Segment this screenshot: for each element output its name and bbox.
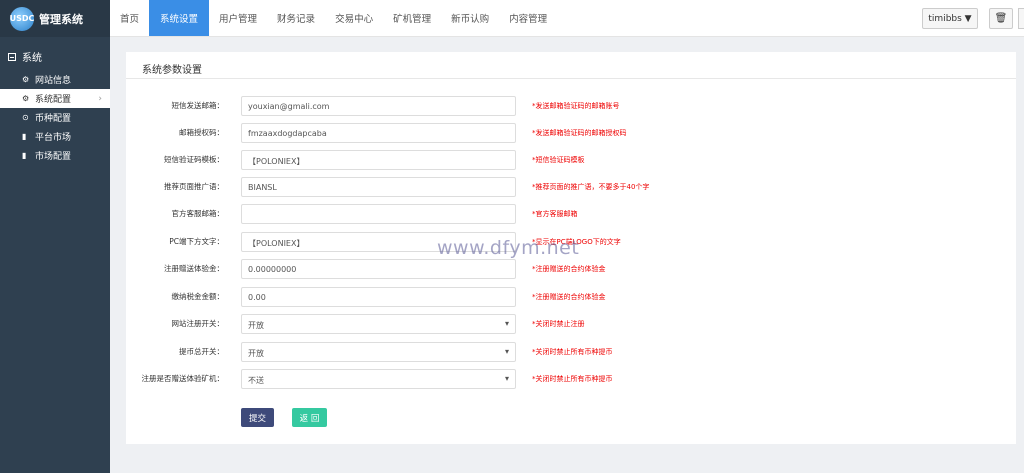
field-hint: *官方客服邮箱: [532, 210, 578, 218]
registration-switch-select[interactable]: 开放: [241, 314, 516, 334]
field-label: 缴纳税金金额：: [171, 292, 225, 301]
field-hint: *关闭时禁止所有币种提币: [532, 348, 613, 356]
sidebar-item-label: 系统配置: [35, 95, 72, 105]
field-hint: *发送邮箱验证码的邮箱授权码: [532, 129, 627, 137]
tab-system-settings[interactable]: 系统设置: [149, 0, 210, 36]
submit-button[interactable]: 提交: [241, 408, 274, 427]
field-hint: *短信验证码模板: [532, 156, 585, 164]
signup-bonus-input[interactable]: 0.00000000: [241, 259, 516, 279]
sidebar-item-system-config[interactable]: ⚙ 系统配置 ›: [0, 89, 110, 108]
nav-section-system[interactable]: 系统: [0, 37, 110, 70]
form-row: 推荐页面推广语： BIANSL *推荐页面的推广语，不要多于40个字: [126, 177, 1016, 197]
more-button[interactable]: [1018, 8, 1024, 29]
top-nav: 首页 系统设置 用户管理 财务记录 交易中心 矿机管理 新币认购 内容管理 ti…: [110, 0, 1024, 37]
tab-finance-records[interactable]: 财务记录: [267, 0, 325, 36]
tab-trading-center[interactable]: 交易中心: [325, 0, 383, 36]
form-row: 注册赠送体验金： 0.00000000 *注册赠送的合约体验金: [126, 259, 1016, 279]
gear-icon: ⚙: [22, 75, 30, 84]
tab-miner-management[interactable]: 矿机管理: [383, 0, 441, 36]
field-label: 邮箱授权码：: [179, 128, 224, 137]
tax-amount-input[interactable]: 0.00: [241, 287, 516, 307]
support-email-input[interactable]: [241, 204, 516, 224]
field-hint: *发送邮箱验证码的邮箱账号: [532, 102, 620, 110]
collapse-icon: [8, 52, 16, 61]
logo-text: 管理系统: [39, 12, 83, 26]
form-row: 提币总开关： 开放 *关闭时禁止所有币种提币: [126, 342, 1016, 362]
field-label: 网站注册开关：: [171, 319, 225, 328]
sidebar: USDC 管理系统 系统 ⚙ 网站信息 ⚙ 系统配置 › ⊙ 币种配置 ▮ 平台…: [0, 0, 110, 473]
field-label: 注册赠送体验金：: [164, 264, 224, 273]
nav-section-label: 系统: [22, 53, 42, 64]
sidebar-item-coin-config[interactable]: ⊙ 币种配置: [0, 108, 110, 127]
watermark: www.dfym.net: [437, 237, 580, 259]
trial-miner-select[interactable]: 不送: [241, 369, 516, 389]
bar-chart-icon: ▮: [22, 151, 27, 160]
sidebar-item-site-info[interactable]: ⚙ 网站信息: [0, 70, 110, 89]
coin-icon: ⊙: [22, 113, 29, 122]
sms-email-input[interactable]: youxian@gmali.com: [241, 96, 516, 116]
form-row: 短信验证码模板： 【POLONIEX】 *短信验证码模板: [126, 150, 1016, 170]
back-button[interactable]: 返 回: [292, 408, 327, 427]
field-label: PC端下方文字：: [169, 237, 224, 246]
form-row: 短信发送邮箱： youxian@gmali.com *发送邮箱验证码的邮箱账号: [126, 96, 1016, 116]
field-label: 短信发送邮箱：: [171, 101, 225, 110]
sidebar-item-label: 网站信息: [35, 76, 72, 86]
referral-slogan-input[interactable]: BIANSL: [241, 177, 516, 197]
form-row: 网站注册开关： 开放 *关闭时禁止注册: [126, 314, 1016, 334]
field-label: 注册是否赠送体验矿机：: [141, 374, 225, 383]
field-hint: *关闭时禁止所有币种提币: [532, 375, 613, 383]
sidebar-item-label: 平台市场: [35, 133, 72, 143]
sms-template-input[interactable]: 【POLONIEX】: [241, 150, 516, 170]
field-hint: *注册赠送的合约体验金: [532, 293, 606, 301]
sidebar-item-market-config[interactable]: ▮ 市场配置: [0, 146, 110, 165]
withdraw-switch-select[interactable]: 开放: [241, 342, 516, 362]
sidebar-item-platform-market[interactable]: ▮ 平台市场: [0, 127, 110, 146]
chevron-right-icon: ›: [98, 93, 102, 104]
field-hint: *关闭时禁止注册: [532, 320, 585, 328]
form-row: 注册是否赠送体验矿机： 不送 *关闭时禁止所有币种提币: [126, 369, 1016, 389]
logo-mark-icon: USDC: [10, 6, 34, 31]
sidebar-item-label: 市场配置: [35, 152, 72, 162]
tab-user-management[interactable]: 用户管理: [209, 0, 267, 36]
bar-chart-icon: ▮: [22, 132, 27, 141]
panel-title: 系统参数设置: [126, 52, 1016, 79]
field-label: 提币总开关：: [179, 347, 224, 356]
form-row: 缴纳税金金额： 0.00 *注册赠送的合约体验金: [126, 287, 1016, 307]
tab-content-management[interactable]: 内容管理: [499, 0, 557, 36]
tab-home[interactable]: 首页: [110, 0, 149, 36]
tab-new-coin-subscription[interactable]: 新币认购: [441, 0, 499, 36]
field-label: 短信验证码模板：: [164, 155, 224, 164]
email-auth-code-input[interactable]: fmzaaxdogdapcaba: [241, 123, 516, 143]
sidebar-item-label: 币种配置: [35, 114, 72, 124]
field-hint: *推荐页面的推广语，不要多于40个字: [532, 183, 650, 191]
logo[interactable]: USDC 管理系统: [0, 0, 110, 37]
trash-icon[interactable]: 🗑: [989, 8, 1013, 29]
field-hint: *注册赠送的合约体验金: [532, 265, 606, 273]
field-label: 推荐页面推广语：: [164, 182, 224, 191]
user-menu-button[interactable]: timibbs ▼: [922, 8, 978, 29]
field-label: 官方客服邮箱：: [171, 209, 225, 218]
gear-icon: ⚙: [22, 94, 30, 103]
form-row: 邮箱授权码： fmzaaxdogdapcaba *发送邮箱验证码的邮箱授权码: [126, 123, 1016, 143]
form-row: 官方客服邮箱： *官方客服邮箱: [126, 204, 1016, 224]
